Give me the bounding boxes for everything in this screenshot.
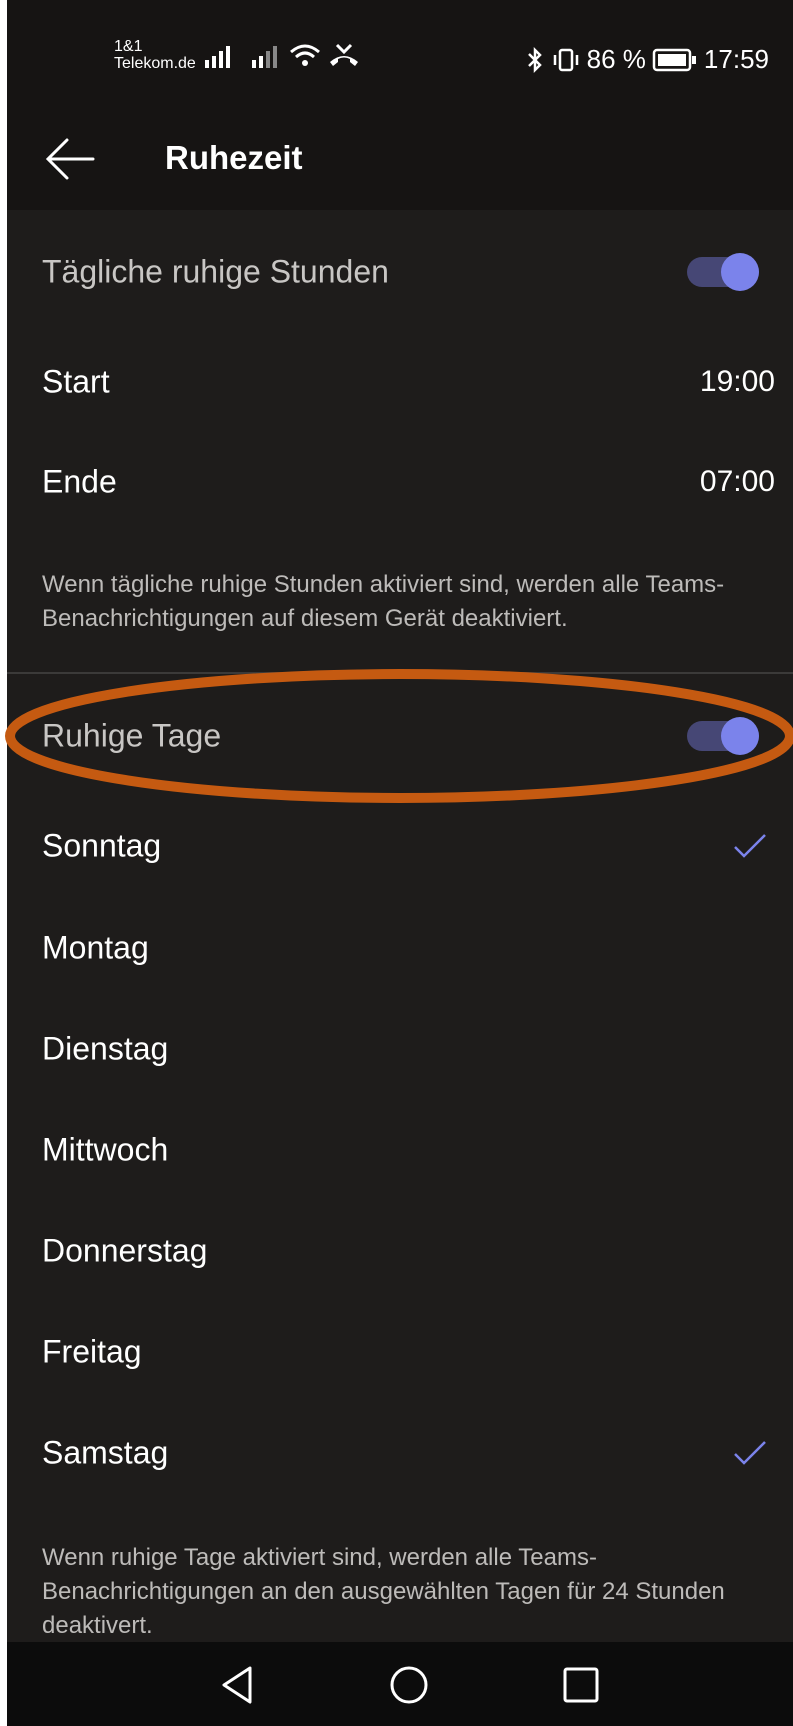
end-label: Ende (42, 463, 117, 500)
back-arrow-icon[interactable] (43, 132, 97, 186)
toggle-knob (721, 717, 759, 755)
quiet-days-label: Ruhige Tage (42, 717, 222, 754)
day-row-wednesday[interactable]: Mittwoch (7, 1102, 793, 1198)
start-time-row[interactable]: Start 19:00 (7, 334, 793, 430)
checkmark-icon (734, 1441, 766, 1465)
checkmark-icon (734, 834, 766, 858)
start-label: Start (42, 363, 110, 400)
battery-percent: 86 % (586, 44, 646, 74)
clock: 17:59 (703, 44, 769, 74)
quiet-days-toggle[interactable] (687, 717, 759, 755)
carrier-line-2: Telekom.de (114, 55, 196, 72)
recents-square-icon[interactable] (556, 1660, 606, 1710)
home-circle-icon[interactable] (384, 1660, 434, 1710)
phone-screen: 1&1 Telekom.de 86 % 17:59 Ruhezeit Tägli… (7, 0, 793, 1726)
app-bar: Ruhezeit (7, 110, 793, 210)
page-title: Ruhezeit (165, 139, 303, 176)
day-row-saturday[interactable]: Samstag (7, 1405, 793, 1501)
status-right: 86 % 17:59 (525, 44, 769, 75)
carrier-name: 1&1 Telekom.de (114, 38, 196, 72)
battery-icon (652, 48, 696, 71)
day-row-thursday[interactable]: Donnerstag (7, 1203, 793, 1299)
daily-quiet-hours-toggle[interactable] (687, 253, 759, 291)
day-row-monday[interactable]: Montag (7, 900, 793, 996)
quiet-days-row[interactable]: Ruhige Tage (7, 688, 793, 784)
day-row-sunday[interactable]: Sonntag (7, 798, 793, 894)
signal-icon (205, 46, 230, 68)
system-nav-bar (7, 1642, 793, 1726)
status-bar: 1&1 Telekom.de 86 % 17:59 (7, 0, 793, 110)
section-divider (7, 672, 793, 674)
day-label: Samstag (42, 1434, 169, 1471)
daily-quiet-hours-label: Tägliche ruhige Stunden (42, 253, 389, 290)
day-label: Dienstag (42, 1030, 169, 1067)
start-value: 19:00 (699, 365, 775, 398)
end-time-row[interactable]: Ende 07:00 (7, 434, 793, 530)
daily-quiet-hours-note: Wenn tägliche ruhige Stunden aktiviert s… (42, 571, 725, 632)
signal-icon (252, 46, 277, 68)
carrier-line-1: 1&1 (114, 38, 143, 55)
vibrate-icon (553, 48, 578, 71)
bluetooth-icon (527, 46, 542, 73)
back-triangle-icon[interactable] (214, 1660, 264, 1710)
day-label: Freitag (42, 1333, 142, 1370)
toggle-knob (721, 253, 759, 291)
quiet-days-note: Wenn ruhige Tage aktiviert sind, werden … (42, 1544, 725, 1639)
wifi-icon (290, 44, 320, 66)
day-label: Mittwoch (42, 1131, 169, 1168)
day-label: Sonntag (42, 827, 162, 864)
day-row-tuesday[interactable]: Dienstag (7, 1001, 793, 1097)
end-value: 07:00 (699, 465, 775, 498)
daily-quiet-hours-row[interactable]: Tägliche ruhige Stunden (7, 224, 793, 320)
day-row-friday[interactable]: Freitag (7, 1304, 793, 1400)
day-label: Donnerstag (42, 1232, 208, 1269)
missed-call-icon (330, 43, 358, 66)
day-label: Montag (42, 929, 149, 966)
